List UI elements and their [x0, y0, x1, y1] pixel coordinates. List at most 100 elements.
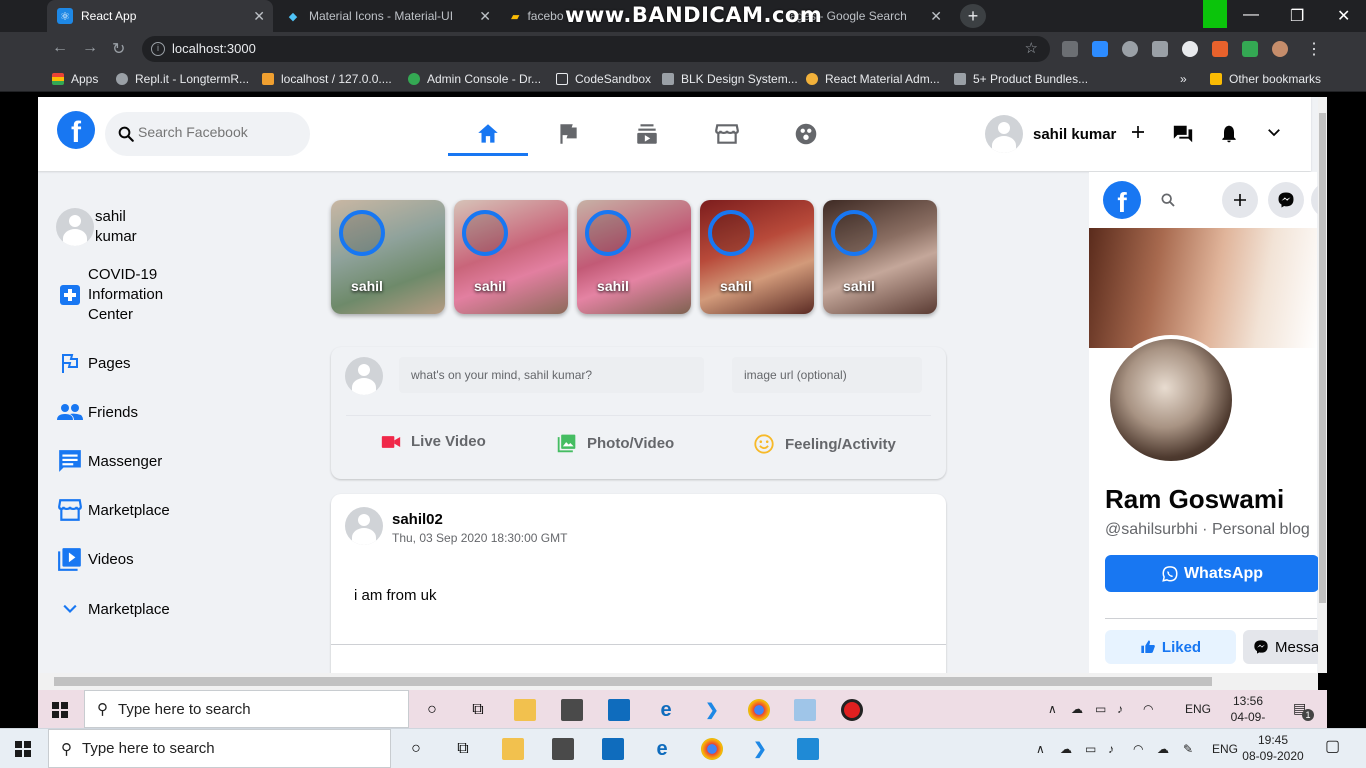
- circle-extension-icon[interactable]: [1182, 41, 1198, 57]
- home-icon[interactable]: [475, 121, 501, 147]
- minimize-icon[interactable]: —: [1243, 6, 1259, 24]
- add-icon[interactable]: [1222, 182, 1258, 218]
- bookmark-star-icon[interactable]: ☆: [1025, 36, 1038, 62]
- battery-icon[interactable]: ▭: [1085, 741, 1096, 757]
- live-video-button[interactable]: Live Video: [381, 433, 486, 450]
- tray-chevron-icon[interactable]: ∧: [1048, 701, 1057, 717]
- puzzle-extensions-icon[interactable]: [1242, 41, 1258, 57]
- bookmark-product-bundles[interactable]: 5+ Product Bundles...: [954, 72, 1088, 86]
- bell-icon[interactable]: [1219, 123, 1239, 145]
- sidebar-item-pages[interactable]: Pages: [56, 349, 131, 377]
- story-card[interactable]: sahil: [454, 200, 568, 314]
- story-card[interactable]: sahil: [331, 200, 445, 314]
- language-indicator[interactable]: ENG: [1212, 741, 1238, 757]
- liked-button[interactable]: Liked: [1105, 630, 1236, 664]
- add-icon[interactable]: [1129, 123, 1147, 141]
- tray-chevron-icon[interactable]: ∧: [1036, 741, 1045, 757]
- story-card[interactable]: sahil: [700, 200, 814, 314]
- volume-icon[interactable]: ♪: [1108, 741, 1114, 757]
- chrome-icon[interactable]: [748, 699, 770, 721]
- sidebar-item-massenger[interactable]: Massenger: [56, 447, 162, 475]
- image-url-input[interactable]: image url (optional): [732, 357, 922, 393]
- chrome-icon[interactable]: [701, 738, 723, 760]
- language-indicator[interactable]: ENG: [1185, 701, 1211, 717]
- mail-icon[interactable]: [608, 699, 630, 721]
- close-window-icon[interactable]: ✕: [1337, 6, 1350, 26]
- restore-icon[interactable]: ❐: [1290, 6, 1304, 26]
- kebab-menu-icon[interactable]: ⋮: [1306, 39, 1322, 59]
- sidebar-item-profile[interactable]: sahil kumar: [56, 207, 155, 247]
- forum-icon[interactable]: [1172, 123, 1194, 145]
- page-name[interactable]: Ram Goswami: [1105, 484, 1284, 515]
- search-icon[interactable]: [1150, 182, 1186, 218]
- storefront-icon[interactable]: [714, 121, 740, 147]
- tab-facebook[interactable]: ▰ facebo: [501, 0, 571, 32]
- taskbar-search[interactable]: ⚲ Type here to search: [84, 690, 409, 728]
- facebook-logo-icon[interactable]: f: [1103, 181, 1141, 219]
- task-view-icon[interactable]: ⧉: [467, 699, 489, 721]
- groups-icon[interactable]: [793, 121, 819, 147]
- extension-icon[interactable]: [1062, 41, 1078, 57]
- bookmark-localhost[interactable]: localhost / 127.0.0....: [262, 72, 392, 86]
- bookmark-admin-console[interactable]: Admin Console - Dr...: [408, 72, 541, 86]
- app-icon[interactable]: [794, 699, 816, 721]
- scrollbar-thumb[interactable]: [1319, 113, 1326, 603]
- search-input[interactable]: [138, 124, 298, 140]
- mail-icon[interactable]: [602, 738, 624, 760]
- close-tab-icon[interactable]: ✕: [479, 8, 491, 25]
- percent-extension-icon[interactable]: [1212, 41, 1228, 57]
- wifi-icon[interactable]: ◠: [1133, 741, 1143, 757]
- message-button[interactable]: Messa: [1243, 630, 1327, 664]
- store-icon[interactable]: [552, 738, 574, 760]
- volume-icon[interactable]: ♪: [1117, 701, 1123, 717]
- close-tab-icon[interactable]: ✕: [930, 8, 942, 25]
- new-tab-button[interactable]: +: [960, 4, 986, 28]
- horizontal-scrollbar[interactable]: [38, 673, 1318, 690]
- profile-photo[interactable]: [1106, 335, 1236, 465]
- sidebar-item-covid[interactable]: COVID-19 Information Center: [56, 265, 188, 325]
- reload-icon[interactable]: ↻: [112, 39, 125, 59]
- notification-icon[interactable]: ▢: [1325, 739, 1340, 755]
- bandicam-record-icon[interactable]: [841, 699, 863, 721]
- cortana-icon[interactable]: ○: [405, 738, 427, 760]
- sidebar-item-more[interactable]: Marketplace: [56, 595, 170, 623]
- search-box[interactable]: [105, 112, 310, 156]
- cloud-icon[interactable]: ☁: [1157, 741, 1169, 757]
- header-profile[interactable]: sahil kumar: [985, 115, 1116, 153]
- windows-start-icon[interactable]: [15, 741, 31, 757]
- feeling-activity-button[interactable]: Feeling/Activity: [753, 433, 896, 455]
- messenger-icon[interactable]: [1268, 182, 1304, 218]
- subscriptions-icon[interactable]: [634, 121, 660, 147]
- profile-avatar-icon[interactable]: [1272, 41, 1288, 57]
- taskbar-search[interactable]: ⚲ Type here to search: [48, 729, 391, 768]
- bookmark-replit[interactable]: Repl.it - LongtermR...: [116, 72, 249, 86]
- scrollbar-thumb[interactable]: [54, 677, 1212, 686]
- flag-icon[interactable]: [555, 121, 581, 147]
- bookmark-blk-design[interactable]: BLK Design System...: [662, 72, 798, 86]
- onedrive-icon[interactable]: ☁: [1071, 701, 1083, 717]
- tab-react-app[interactable]: ⚛ React App ✕: [47, 0, 273, 32]
- bookmarks-overflow-icon[interactable]: »: [1180, 72, 1187, 86]
- back-icon[interactable]: ←: [52, 39, 68, 57]
- other-bookmarks[interactable]: Other bookmarks: [1210, 72, 1321, 86]
- battery-icon[interactable]: ▭: [1095, 701, 1106, 717]
- zoom-extension-icon[interactable]: [1092, 41, 1108, 57]
- edge-icon[interactable]: e: [651, 738, 673, 760]
- sidebar-item-videos[interactable]: Videos: [56, 545, 134, 573]
- cortana-icon[interactable]: ○: [421, 699, 443, 721]
- vscode-icon[interactable]: ❯: [701, 699, 723, 721]
- windows-start-icon[interactable]: [52, 702, 68, 718]
- address-bar[interactable]: i localhost:3000 ☆: [142, 36, 1050, 62]
- edge-icon[interactable]: e: [655, 699, 677, 721]
- onedrive-icon[interactable]: ☁: [1060, 741, 1072, 757]
- whatsapp-button[interactable]: WhatsApp: [1105, 555, 1319, 592]
- status-input[interactable]: what's on your mind, sahil kumar?: [399, 357, 704, 393]
- tab-material-icons[interactable]: ◆ Material Icons - Material-UI ✕: [275, 0, 499, 32]
- bookmark-apps[interactable]: Apps: [52, 72, 98, 86]
- pen-icon[interactable]: ✎: [1183, 741, 1193, 757]
- bug-extension-icon[interactable]: [1122, 41, 1138, 57]
- story-card[interactable]: sahil: [823, 200, 937, 314]
- clock[interactable]: 19:45 08-09-2020: [1242, 732, 1304, 764]
- forward-icon[interactable]: →: [82, 39, 98, 57]
- vscode-icon[interactable]: ❯: [749, 738, 771, 760]
